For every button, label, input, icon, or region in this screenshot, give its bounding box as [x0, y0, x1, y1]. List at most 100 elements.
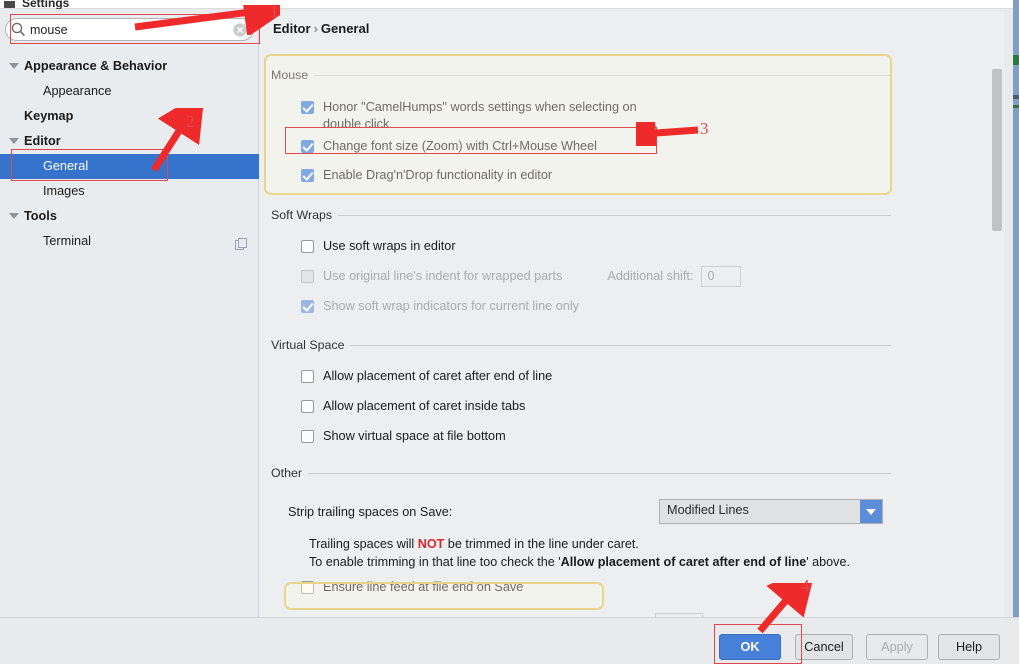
- checkbox-label: Honor "CamelHumps" words settings when s…: [323, 100, 637, 131]
- note-text: ' above.: [806, 555, 850, 569]
- checkbox-label: Show soft wrap indicators for current li…: [323, 299, 579, 313]
- window-app-icon: [4, 1, 15, 8]
- sidebar-item-appearance-behavior[interactable]: Appearance & Behavior: [0, 54, 259, 79]
- checkbox-original-indent: [301, 270, 314, 283]
- sidebar-item-tools[interactable]: Tools: [0, 204, 259, 229]
- checkbox-row-enable-dragndrop[interactable]: Enable Drag'n'Drop functionality in edit…: [271, 167, 891, 188]
- checkbox-label: Show virtual space at file bottom: [323, 429, 506, 443]
- trailing-spaces-note-line1: Trailing spaces will NOT be trimmed in t…: [271, 535, 891, 553]
- apply-button: Apply: [866, 634, 928, 660]
- breadcrumb-leaf: General: [320, 21, 370, 36]
- section-title-label: Mouse: [271, 68, 309, 82]
- sidebar-item-label: Keymap: [24, 109, 74, 123]
- section-title-label: Other: [271, 466, 302, 480]
- checkbox-change-font-size[interactable]: [301, 140, 314, 153]
- section-divider: [350, 344, 891, 346]
- content-scrollbar-thumb[interactable]: [992, 69, 1002, 231]
- search-icon: [10, 21, 27, 38]
- sidebar-item-label: Images: [43, 184, 85, 198]
- chevron-down-icon[interactable]: [860, 500, 882, 523]
- checkbox-row-soft-wrap-indicators[interactable]: Show soft wrap indicators for current li…: [271, 298, 891, 319]
- checkbox-ensure-line-feed[interactable]: [301, 581, 314, 594]
- checkbox-row-virtual-space-bottom[interactable]: Show virtual space at file bottom: [271, 428, 891, 449]
- additional-shift-input[interactable]: 0: [701, 266, 742, 287]
- checkbox-caret-after-eol[interactable]: [301, 370, 314, 383]
- trailing-spaces-note-line2: To enable trimming in that line too chec…: [271, 553, 891, 571]
- ok-button[interactable]: OK: [719, 634, 781, 660]
- sidebar-item-terminal[interactable]: Terminal: [0, 229, 259, 254]
- help-button[interactable]: Help: [938, 634, 1000, 660]
- section-title-label: Virtual Space: [271, 338, 345, 352]
- checkbox-label: Change font size (Zoom) with Ctrl+Mouse …: [323, 139, 597, 153]
- breadcrumb-root[interactable]: Editor: [273, 21, 311, 36]
- checkbox-label: Use soft wraps in editor: [323, 239, 456, 253]
- checkbox-row-use-soft-wraps[interactable]: Use soft wraps in editor: [271, 238, 891, 259]
- section-title-soft-wraps: Soft Wraps: [271, 207, 891, 223]
- section-title-label: Soft Wraps: [271, 208, 333, 222]
- copy-icon[interactable]: [235, 235, 248, 250]
- note-text: Trailing spaces will: [309, 537, 418, 551]
- note-text: To enable trimming in that line too chec…: [309, 555, 561, 569]
- additional-shift-label: Additional shift:: [607, 269, 694, 283]
- checkbox-soft-wrap-indicators: [301, 300, 314, 313]
- settings-search-box[interactable]: [5, 18, 254, 41]
- checkbox-row-change-font-size[interactable]: Change font size (Zoom) with Ctrl+Mouse …: [271, 138, 891, 159]
- section-virtual-space: Virtual Space Allow placement of caret a…: [271, 337, 891, 449]
- section-other: Other Strip trailing spaces on Save: Mod…: [271, 465, 891, 617]
- checkbox-honor-camelhumps[interactable]: [301, 101, 314, 114]
- settings-tree: Appearance & Behavior Appearance Keymap …: [0, 54, 259, 254]
- sidebar-item-label: General: [43, 159, 89, 173]
- sidebar-item-label: Editor: [24, 134, 61, 148]
- section-title-mouse: Mouse: [271, 67, 891, 83]
- section-title-virtual-space: Virtual Space: [271, 337, 891, 353]
- sidebar-item-label: Tools: [24, 209, 57, 223]
- clear-icon[interactable]: [232, 22, 248, 38]
- checkbox-virtual-space-bottom[interactable]: [301, 430, 314, 443]
- section-title-other: Other: [271, 465, 891, 481]
- chevron-down-icon[interactable]: [9, 63, 19, 69]
- sidebar-item-general[interactable]: General: [0, 154, 259, 179]
- settings-content: Editor › General Mouse Honor "CamelHumps" …: [260, 9, 1004, 617]
- settings-panel-body: Mouse Honor "CamelHumps" words settings …: [260, 46, 1004, 617]
- settings-sidebar: Appearance & Behavior Appearance Keymap …: [0, 9, 259, 617]
- note-emphasis-not: NOT: [417, 537, 445, 551]
- checkbox-caret-inside-tabs[interactable]: [301, 400, 314, 413]
- sidebar-item-keymap[interactable]: Keymap: [0, 104, 259, 129]
- checkbox-row-caret-inside-tabs[interactable]: Allow placement of caret inside tabs: [271, 398, 891, 419]
- checkbox-enable-dragndrop[interactable]: [301, 169, 314, 182]
- sidebar-item-label: Appearance: [43, 84, 112, 98]
- sidebar-item-editor[interactable]: Editor: [0, 129, 259, 154]
- sidebar-item-label: Terminal: [43, 234, 91, 248]
- section-divider: [338, 214, 891, 216]
- checkbox-label: Allow placement of caret inside tabs: [323, 399, 526, 413]
- checkbox-row-caret-after-eol[interactable]: Allow placement of caret after end of li…: [271, 368, 891, 389]
- strip-trailing-spaces-value: Modified Lines: [667, 503, 749, 517]
- sidebar-item-label: Appearance & Behavior: [24, 59, 168, 73]
- sidebar-item-images[interactable]: Images: [0, 179, 259, 204]
- section-mouse: Mouse Honor "CamelHumps" words settings …: [271, 67, 891, 188]
- section-divider: [314, 74, 891, 76]
- checkbox-label: Use original line's indent for wrapped p…: [323, 269, 563, 283]
- note-text: be trimmed in the line under caret.: [444, 537, 639, 551]
- breadcrumb: Editor › General: [273, 21, 369, 36]
- checkbox-row-original-indent[interactable]: Use original line's indent for wrapped p…: [271, 266, 891, 289]
- desktop-right-strip: [1013, 0, 1019, 617]
- checkbox-row-ensure-line-feed[interactable]: Ensure line feed at file end on Save: [271, 579, 891, 600]
- checkbox-label: Allow placement of caret after end of li…: [323, 369, 553, 383]
- chevron-down-icon[interactable]: [9, 213, 19, 219]
- checkbox-row-honor-camelhumps[interactable]: Honor "CamelHumps" words settings when s…: [271, 99, 891, 133]
- strip-trailing-spaces-select[interactable]: Modified Lines: [659, 499, 883, 524]
- search-input[interactable]: [27, 20, 232, 39]
- content-scrollbar[interactable]: [989, 46, 1004, 617]
- section-divider: [308, 472, 891, 474]
- section-soft-wraps: Soft Wraps Use soft wraps in editor Use …: [271, 207, 891, 319]
- chevron-down-icon[interactable]: [9, 138, 19, 144]
- checkbox-use-soft-wraps[interactable]: [301, 240, 314, 253]
- window-title-bar: Settings: [0, 0, 1019, 10]
- settings-dialog: Settings Appearance &: [0, 0, 1019, 664]
- dialog-button-bar: OK Cancel Apply Help: [0, 617, 1019, 664]
- strip-trailing-spaces-label: Strip trailing spaces on Save:: [288, 504, 453, 519]
- sidebar-item-appearance[interactable]: Appearance: [0, 79, 259, 104]
- strip-trailing-spaces-row: Strip trailing spaces on Save: Modified …: [271, 499, 891, 525]
- cancel-button[interactable]: Cancel: [795, 634, 853, 660]
